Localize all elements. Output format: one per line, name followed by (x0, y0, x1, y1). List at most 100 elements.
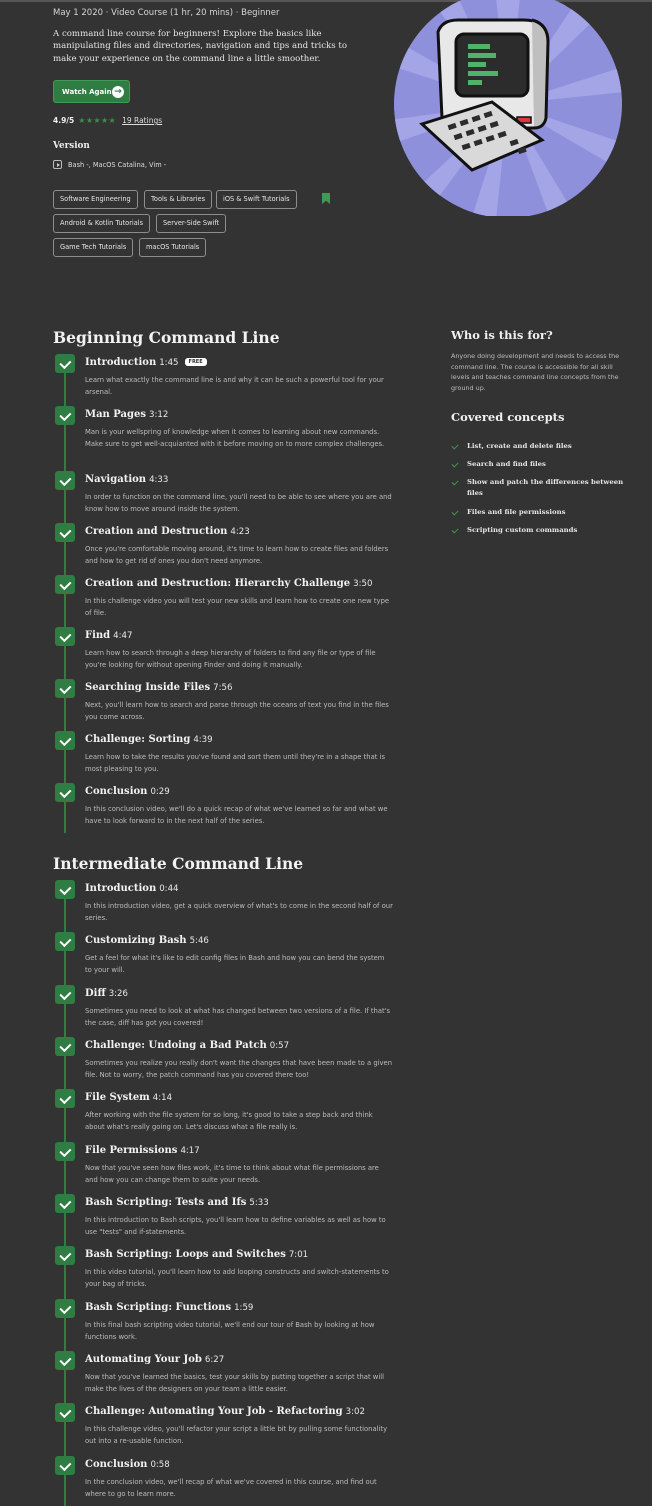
lesson-title[interactable]: Automating Your Job 6:27 (85, 1354, 224, 1365)
lesson-item[interactable]: Bash Scripting: Loops and Switches 7:01 I… (53, 1246, 393, 1299)
lesson-item[interactable]: Challenge: Sorting 4:39 Learn how to take… (53, 731, 393, 784)
lesson-duration: 1:45 (159, 358, 179, 368)
progress-line (64, 1056, 66, 1090)
concept-item: List, create and delete files (451, 441, 631, 452)
completed-check-icon[interactable] (55, 1246, 75, 1265)
lesson-item[interactable]: Man Pages 3:12 Man is your wellspring of … (53, 406, 393, 472)
tag-macos[interactable]: macOS Tutorials (139, 238, 207, 257)
completed-check-icon[interactable] (55, 471, 75, 490)
lesson-title[interactable]: Find 4:47 (85, 630, 132, 641)
lesson-item[interactable]: Searching Inside Files 7:56 Next, you'll … (53, 679, 393, 732)
lesson-item[interactable]: Conclusion 0:29 In this conclusion video,… (53, 783, 393, 833)
lesson-title[interactable]: Conclusion 0:29 (85, 786, 170, 797)
watch-again-button[interactable]: Watch Again → (53, 80, 130, 103)
completed-check-icon[interactable] (55, 627, 75, 646)
lesson-title[interactable]: Creation and Destruction 4:23 (85, 526, 250, 537)
lesson-item[interactable]: Challenge: Undoing a Bad Patch 0:57 Somet… (53, 1037, 393, 1090)
progress-line (64, 425, 66, 472)
completed-check-icon[interactable] (55, 1299, 75, 1318)
lesson-description: In this video tutorial, you'll learn how… (85, 1268, 389, 1288)
completed-check-icon[interactable] (55, 1351, 75, 1370)
tag-android-kotlin[interactable]: Android & Kotlin Tutorials (53, 214, 151, 233)
lesson-title[interactable]: Challenge: Sorting 4:39 (85, 734, 213, 745)
lesson-title[interactable]: Diff 3:26 (85, 988, 128, 999)
completed-check-icon[interactable] (55, 880, 75, 899)
tag-game-tech[interactable]: Game Tech Tutorials (53, 238, 134, 257)
lesson-title[interactable]: Bash Scripting: Tests and Ifs 5:33 (85, 1197, 269, 1208)
lesson-title[interactable]: Introduction 1:45 FREE (85, 357, 207, 368)
bookmark-icon[interactable] (322, 193, 330, 204)
progress-line (64, 594, 66, 628)
completed-check-icon[interactable] (55, 1142, 75, 1161)
lesson-item[interactable]: Introduction 0:44 In this introduction vi… (53, 880, 393, 933)
lesson-title[interactable]: File System 4:14 (85, 1092, 172, 1103)
tag-ios-swift[interactable]: iOS & Swift Tutorials (216, 190, 297, 209)
ratings-count-link[interactable]: 19 Ratings (122, 116, 162, 125)
lesson-title[interactable]: Bash Scripting: Loops and Switches 7:01 (85, 1249, 308, 1260)
lesson-item[interactable]: Creation and Destruction: Hierarchy Chal… (53, 575, 393, 628)
lesson-item[interactable]: Diff 3:26 Sometimes you need to look at w… (53, 985, 393, 1038)
progress-line (64, 542, 66, 576)
lesson-item[interactable]: Challenge: Automating Your Job - Refacto… (53, 1403, 393, 1456)
completed-check-icon[interactable] (55, 932, 75, 951)
completed-check-icon[interactable] (55, 1194, 75, 1213)
lesson-description: Next, you'll learn how to search and par… (85, 701, 389, 721)
lesson-item[interactable]: Introduction 1:45 FREE Learn what exactly … (53, 354, 393, 407)
watch-again-label: Watch Again (62, 87, 112, 96)
lesson-title[interactable]: Challenge: Automating Your Job - Refacto… (85, 1406, 365, 1417)
lesson-title[interactable]: Bash Scripting: Functions 1:59 (85, 1302, 253, 1313)
lesson-description: In this introduction video, get a quick … (85, 902, 393, 922)
completed-check-icon[interactable] (55, 1037, 75, 1056)
lesson-title[interactable]: Conclusion 0:58 (85, 1459, 170, 1470)
completed-check-icon[interactable] (55, 1089, 75, 1108)
lesson-item[interactable]: File System 4:14 After working with the f… (53, 1089, 393, 1142)
tag-software-engineering[interactable]: Software Engineering (53, 190, 138, 209)
progress-line (64, 1422, 66, 1456)
lesson-item[interactable]: Automating Your Job 6:27 Now that you've … (53, 1351, 393, 1404)
lesson-title[interactable]: Navigation 4:33 (85, 474, 168, 485)
completed-check-icon[interactable] (55, 985, 75, 1004)
lesson-title[interactable]: Man Pages 3:12 (85, 409, 168, 420)
completed-check-icon[interactable] (55, 679, 75, 698)
lesson-description: Learn how to take the results you've fou… (85, 753, 386, 773)
lesson-description: After working with the file system for s… (85, 1111, 373, 1131)
completed-check-icon[interactable] (55, 354, 75, 373)
completed-check-icon[interactable] (55, 406, 75, 425)
lesson-description: In order to function on the command line… (85, 493, 392, 513)
completed-check-icon[interactable] (55, 783, 75, 802)
lesson-item[interactable]: File Permissions 4:17 Now that you've see… (53, 1142, 393, 1195)
lesson-title[interactable]: Customizing Bash 5:46 (85, 935, 209, 946)
progress-line (64, 750, 66, 784)
lesson-item[interactable]: Creation and Destruction 4:23 Once you're… (53, 523, 393, 576)
lesson-item[interactable]: Navigation 4:33 In order to function on t… (53, 471, 393, 524)
lesson-item[interactable]: Conclusion 0:58 In the conclusion video, … (53, 1456, 393, 1506)
lesson-description: Get a feel for what it's like to edit co… (85, 954, 385, 974)
lesson-item[interactable]: Customizing Bash 5:46 Get a feel for what… (53, 932, 393, 985)
concept-item: Files and file permissions (451, 507, 631, 518)
covered-concepts-heading: Covered concepts (451, 410, 565, 424)
check-icon (451, 460, 459, 468)
version-row[interactable]: Bash -, MacOS Catalina, Vim - (53, 160, 166, 169)
concept-item: Show and patch the differences between f… (451, 477, 631, 498)
progress-line (64, 698, 66, 732)
tag-server-side-swift[interactable]: Server-Side Swift (156, 214, 227, 233)
completed-check-icon[interactable] (55, 575, 75, 594)
lesson-title[interactable]: File Permissions 4:17 (85, 1145, 200, 1156)
lesson-title[interactable]: Creation and Destruction: Hierarchy Chal… (85, 578, 372, 589)
lesson-item[interactable]: Bash Scripting: Functions 1:59 In this fi… (53, 1299, 393, 1352)
lesson-duration: 1:59 (234, 1303, 254, 1313)
completed-check-icon[interactable] (55, 731, 75, 750)
lesson-item[interactable]: Bash Scripting: Tests and Ifs 5:33 In thi… (53, 1194, 393, 1247)
completed-check-icon[interactable] (55, 1456, 75, 1475)
progress-line (64, 1004, 66, 1038)
lesson-item[interactable]: Find 4:47 Learn how to search through a d… (53, 627, 393, 680)
tag-tools-libraries[interactable]: Tools & Libraries (144, 190, 213, 209)
free-badge: FREE (184, 358, 207, 366)
lesson-title[interactable]: Introduction 0:44 (85, 883, 179, 894)
completed-check-icon[interactable] (55, 1403, 75, 1422)
lesson-description: In this final bash scripting video tutor… (85, 1321, 375, 1341)
lesson-title[interactable]: Searching Inside Files 7:56 (85, 682, 232, 693)
check-icon (451, 478, 459, 486)
lesson-title[interactable]: Challenge: Undoing a Bad Patch 0:57 (85, 1040, 289, 1051)
completed-check-icon[interactable] (55, 523, 75, 542)
